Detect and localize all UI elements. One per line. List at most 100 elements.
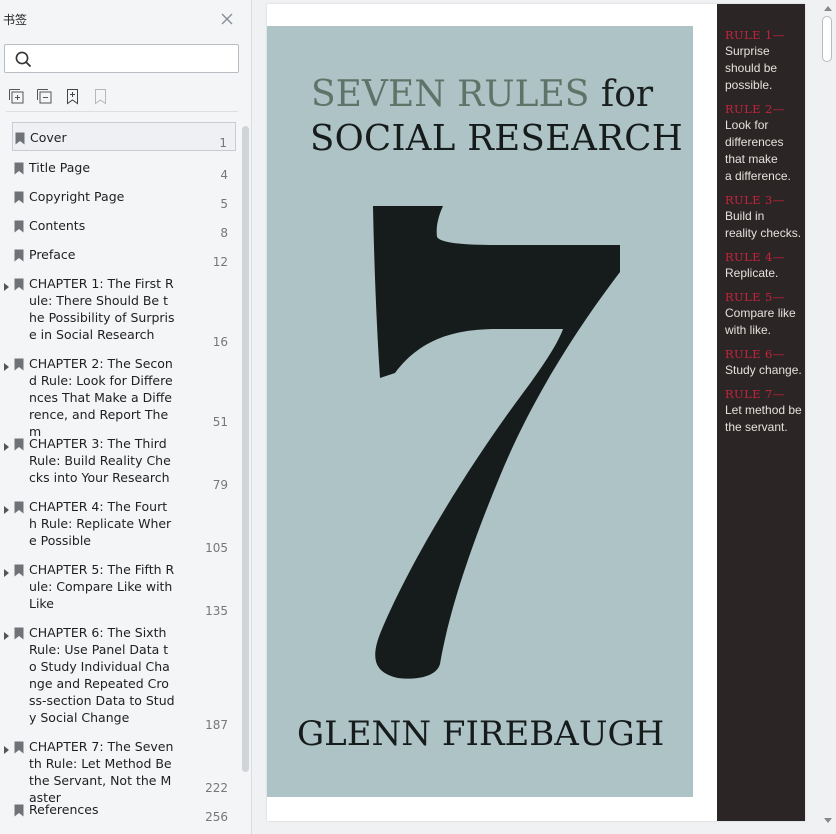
panel-title: 书签 — [3, 13, 28, 27]
seven-numeral-graphic — [337, 201, 637, 681]
rule-text: the servant. — [725, 420, 788, 434]
expand-arrow-icon[interactable] — [4, 437, 10, 451]
bookmark-page: 222 — [205, 781, 228, 795]
search-input[interactable] — [39, 48, 234, 69]
expand-arrow-icon[interactable] — [4, 563, 10, 577]
rule-text: Let method be — [725, 403, 802, 417]
divider — [6, 111, 238, 112]
rule-text: a difference. — [725, 169, 791, 183]
bookmark-label: CHAPTER 7: The Seventh Rule: Let Method … — [29, 739, 174, 805]
rule-text: with like. — [725, 323, 772, 337]
expand-arrow-icon[interactable] — [4, 500, 10, 514]
bookmark-label: References — [29, 802, 99, 817]
rule-2: RULE 2— Look for differences that make a… — [725, 101, 805, 185]
bookmark-page: 16 — [212, 335, 228, 349]
rule-6: RULE 6— Study change. — [725, 346, 805, 379]
bookmark-label: CHAPTER 6: The Sixth Rule: Use Panel Dat… — [29, 625, 175, 725]
rule-5: RULE 5— Compare like with like. — [725, 289, 805, 339]
rule-title: RULE 1— — [725, 28, 785, 42]
bookmark-item-chapter-1[interactable]: CHAPTER 1: The First Rule: There Should … — [4, 275, 236, 349]
rule-text: that make — [725, 152, 778, 166]
bookmark-flag-icon — [14, 499, 24, 514]
bookmark-item-chapter-5[interactable]: CHAPTER 5: The Fifth Rule: Compare Like … — [4, 561, 236, 618]
expand-arrow-icon[interactable] — [4, 357, 10, 371]
bookmark-label: Preface — [29, 247, 76, 262]
expand-all-icon[interactable] — [8, 88, 25, 105]
bookmark-page: 1 — [219, 136, 227, 150]
bookmark-label: CHAPTER 4: The Fourth Rule: Replicate Wh… — [29, 499, 172, 548]
add-bookmark-icon[interactable] — [64, 88, 81, 105]
rule-text: differences — [725, 135, 784, 149]
bookmark-label: Title Page — [29, 160, 91, 175]
search-box[interactable] — [4, 44, 239, 73]
bookmark-item-chapter-7[interactable]: CHAPTER 7: The Seventh Rule: Let Method … — [4, 738, 236, 805]
rule-title: RULE 4— — [725, 250, 785, 264]
bookmark-label: Contents — [29, 218, 86, 233]
rule-4: RULE 4— Replicate. — [725, 249, 805, 282]
bookmark-label: CHAPTER 1: The First Rule: There Should … — [29, 276, 175, 342]
bookmark-flag-icon — [14, 276, 24, 291]
bookmark-page: 8 — [220, 226, 228, 240]
rule-title: RULE 3— — [725, 193, 785, 207]
bookmark-page: 5 — [220, 197, 228, 211]
sidebar-scrollbar[interactable] — [242, 126, 249, 772]
bookmark-page: 256 — [205, 810, 228, 824]
bookmark-page: 135 — [205, 604, 228, 618]
bookmark-list: Cover 1 Title Page 4 Copyright Page 5 Co… — [0, 122, 238, 834]
bookmark-item-contents[interactable]: Contents 8 — [12, 217, 236, 240]
bookmark-item-preface[interactable]: Preface 12 — [12, 246, 236, 269]
scrollbar-thumb[interactable] — [822, 16, 832, 62]
rule-text: should be — [725, 61, 778, 75]
expand-arrow-icon[interactable] — [4, 277, 10, 291]
rule-text: Look for — [725, 118, 769, 132]
bookmark-label: CHAPTER 3: The Third Rule: Build Reality… — [29, 436, 171, 485]
bookmark-page: 187 — [205, 718, 228, 732]
bookmark-flag-icon — [14, 562, 24, 577]
bookmark-page: 12 — [212, 255, 228, 269]
rule-text: possible. — [725, 78, 773, 92]
search-icon — [15, 51, 32, 68]
expand-arrow-icon[interactable] — [4, 740, 10, 754]
pdf-page: SEVEN RULES for SOCIAL RESEARCH GLENN FI… — [267, 4, 805, 821]
book-cover: SEVEN RULES for SOCIAL RESEARCH GLENN FI… — [267, 26, 693, 797]
bookmark-item-copyright-page[interactable]: Copyright Page 5 — [12, 188, 236, 211]
document-scrollbar[interactable] — [819, 0, 836, 834]
bookmark-flag-icon — [15, 130, 25, 145]
rule-title: RULE 2— — [725, 102, 785, 116]
collapse-all-icon[interactable] — [36, 88, 53, 105]
bookmark-label: CHAPTER 2: The Second Rule: Look for Dif… — [29, 356, 173, 439]
rule-text: Compare like — [725, 306, 796, 320]
bookmark-item-chapter-6[interactable]: CHAPTER 6: The Sixth Rule: Use Panel Dat… — [4, 624, 236, 732]
bookmark-item-cover[interactable]: Cover 1 — [12, 122, 236, 151]
cover-title-line1: SEVEN RULES for — [311, 74, 653, 115]
scroll-down-icon[interactable] — [824, 818, 832, 823]
scroll-up-icon[interactable] — [824, 6, 832, 11]
rule-7: RULE 7— Let method be the servant. — [725, 386, 805, 436]
bookmarks-panel: 书签 Cover 1 Title Page 4 Copyright Page 5… — [0, 0, 252, 834]
bookmark-page: 4 — [220, 168, 228, 182]
close-icon[interactable] — [218, 10, 236, 28]
rule-text: Replicate. — [725, 266, 779, 280]
cover-spine-panel: RULE 1— Surprise should be possible. RUL… — [717, 4, 805, 821]
bookmark-item-chapter-4[interactable]: CHAPTER 4: The Fourth Rule: Replicate Wh… — [4, 498, 236, 555]
cover-title-line2: SOCIAL RESEARCH — [310, 118, 683, 159]
rule-title: RULE 6— — [725, 347, 785, 361]
bookmark-flag-icon — [14, 625, 24, 640]
rule-1: RULE 1— Surprise should be possible. — [725, 27, 805, 94]
bookmark-item-chapter-2[interactable]: CHAPTER 2: The Second Rule: Look for Dif… — [4, 355, 236, 439]
bookmark-item-title-page[interactable]: Title Page 4 — [12, 159, 236, 182]
bookmark-flag-icon — [14, 160, 24, 175]
bookmark-icon[interactable] — [92, 88, 109, 105]
rule-text: Study change. — [725, 363, 802, 377]
bookmark-label: CHAPTER 5: The Fifth Rule: Compare Like … — [29, 562, 175, 611]
document-view: SEVEN RULES for SOCIAL RESEARCH GLENN FI… — [253, 0, 836, 834]
bookmark-flag-icon — [14, 189, 24, 204]
bookmark-flag-icon — [14, 247, 24, 262]
expand-arrow-icon[interactable] — [4, 626, 10, 640]
bookmark-item-chapter-3[interactable]: CHAPTER 3: The Third Rule: Build Reality… — [4, 435, 236, 492]
bookmark-item-references[interactable]: References 256 — [12, 801, 236, 824]
bookmark-label: Copyright Page — [29, 189, 125, 204]
rule-text: reality checks. — [725, 226, 802, 240]
bookmark-page: 105 — [205, 541, 228, 555]
rule-text: Surprise — [725, 44, 770, 58]
